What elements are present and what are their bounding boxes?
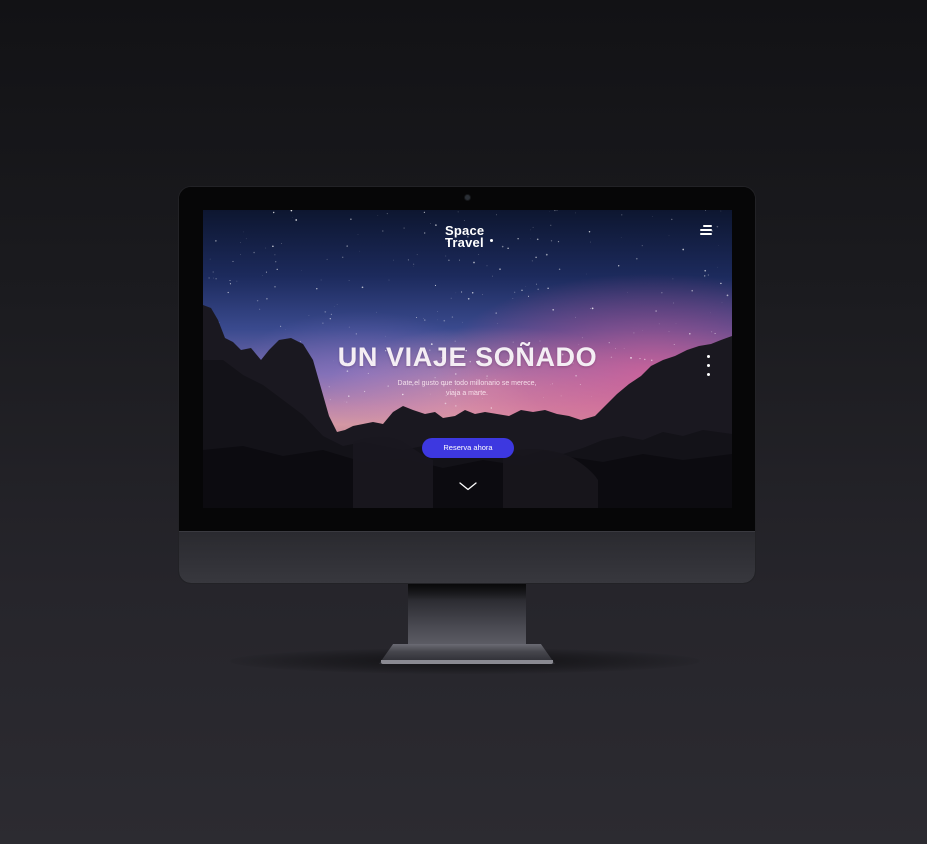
hero-subtitle-line1: Date el gusto que todo millonario se mer… <box>397 380 537 387</box>
chevron-down-icon[interactable] <box>459 482 477 491</box>
brand-logo[interactable]: Space Travel <box>445 224 505 250</box>
reserve-now-button[interactable]: Reserva ahora <box>422 438 514 458</box>
website-screen: Space Travel UN VIAJE SOÑADO Date el gus… <box>203 210 732 508</box>
monitor-stand-shade <box>408 582 526 600</box>
hero-subtitle: Date el gusto que todo millonario se mer… <box>367 379 567 399</box>
brand-logo-line2: Travel <box>445 235 484 250</box>
monitor-chin <box>179 531 755 583</box>
hero-subtitle-line2: viaja a marte. <box>445 390 489 397</box>
monitor-stand-base-edge <box>381 660 553 664</box>
webcam-icon <box>465 195 470 200</box>
hamburger-menu-icon[interactable] <box>699 224 712 235</box>
hero-headline: UN VIAJE SOÑADO <box>337 342 598 372</box>
brand-dot-icon <box>490 239 493 242</box>
